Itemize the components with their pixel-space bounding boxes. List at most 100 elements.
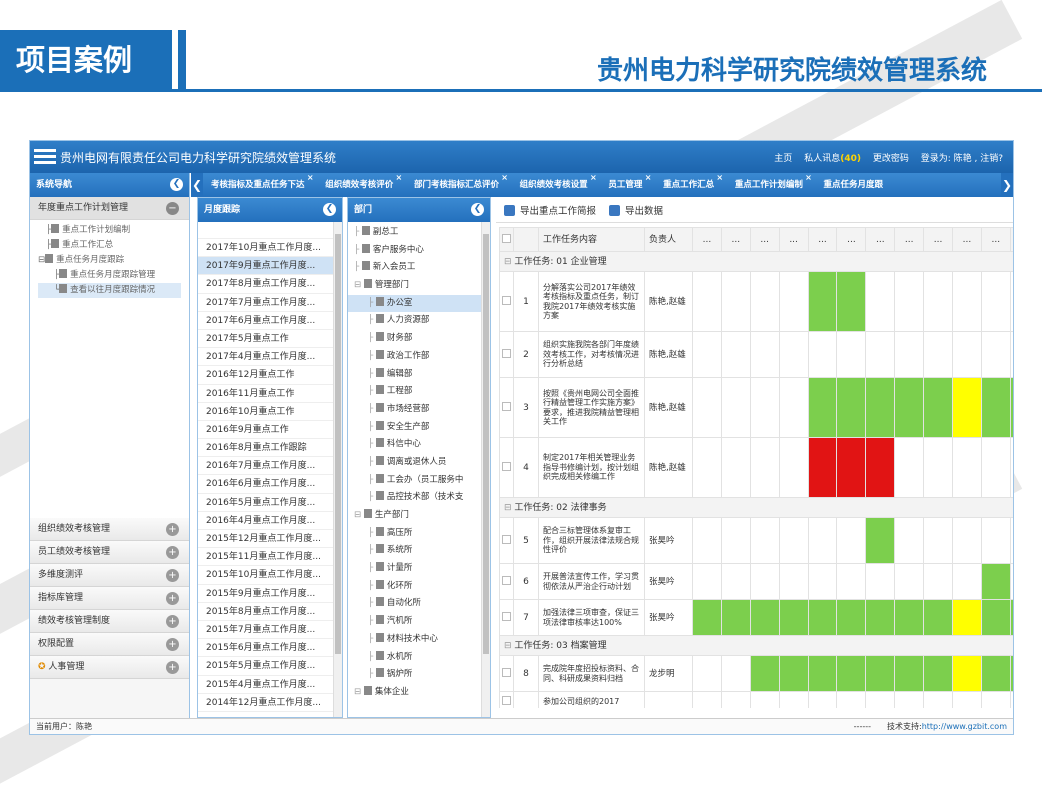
sidebar-item[interactable]: ✪ 人事管理 + xyxy=(30,656,189,679)
dept-item[interactable]: ├ 化环所 xyxy=(348,578,490,596)
tab[interactable]: 部门考核指标汇总评价 × xyxy=(406,173,509,197)
tab[interactable]: 组织绩效考核设置 × xyxy=(512,173,598,197)
dept-item[interactable]: ├ 人力资源部 xyxy=(348,312,490,330)
row-checkbox[interactable] xyxy=(499,271,514,332)
month-item[interactable]: 2015年10月重点工作月度... xyxy=(198,566,342,585)
month-item[interactable]: 2015年4月重点工作月度... xyxy=(198,676,342,694)
group-row[interactable]: ⊟ 工作任务: 03 档案管理 xyxy=(499,635,1013,656)
dept-item[interactable]: ├ 自动化所 xyxy=(348,595,490,613)
group-row[interactable]: ⊟ 工作任务: 01 企业管理 xyxy=(499,251,1013,272)
month-item[interactable]: 2015年7月重点工作月度... xyxy=(198,621,342,640)
month-item[interactable]: 2017年8月重点工作月度... xyxy=(198,275,342,294)
month-item[interactable]: 2017年5月重点工作 xyxy=(198,330,342,349)
export-brief-button[interactable]: 导出重点工作简报 xyxy=(504,203,596,217)
dept-item[interactable]: ├ 计量所 xyxy=(348,560,490,578)
login-info[interactable]: 登录为: 陈艳 , 注销? xyxy=(921,154,1003,164)
tab[interactable]: 组织绩效考核评价 × xyxy=(317,173,403,197)
month-item-selected[interactable]: 2017年9月重点工作月度... xyxy=(198,257,342,276)
row-checkbox[interactable] xyxy=(499,691,514,708)
dept-item[interactable]: ├ 编辑部 xyxy=(348,366,490,384)
table-row[interactable]: 参加公司组织的2017 xyxy=(499,691,1013,708)
dept-item[interactable]: ├ 副总工 xyxy=(348,224,490,242)
month-item[interactable]: 2015年8月重点工作月度... xyxy=(198,603,342,621)
dept-item[interactable]: ├ 新入会员工 xyxy=(348,259,490,277)
dept-item-selected[interactable]: ├ 办公室 xyxy=(348,294,490,313)
row-checkbox[interactable] xyxy=(499,331,514,378)
month-item[interactable]: 2017年4月重点工作月度... xyxy=(198,348,342,367)
export-data-button[interactable]: 导出数据 xyxy=(609,203,663,217)
row-checkbox[interactable] xyxy=(499,599,514,636)
sidebar-item[interactable]: 员工绩效考核管理 + xyxy=(30,541,189,564)
messages-link[interactable]: 私人讯息(40) xyxy=(804,154,861,164)
minus-icon[interactable]: − xyxy=(166,202,179,215)
tree-item[interactable]: ├ 重点工作计划编制 xyxy=(38,223,181,238)
row-checkbox[interactable] xyxy=(499,655,514,692)
table-row[interactable]: 5 配合三标管理体系复审工作，组织开展法律法规合规性评价 张昊吟 xyxy=(499,517,1013,564)
sidebar-item[interactable]: 多维度测评 + xyxy=(30,564,189,587)
row-checkbox[interactable] xyxy=(499,377,514,438)
month-item[interactable]: 2017年7月重点工作月度... xyxy=(198,294,342,312)
month-item[interactable]: 2015年12月重点工作月度... xyxy=(198,530,342,549)
sidebar-item[interactable]: 权限配置 + xyxy=(30,633,189,656)
dept-item[interactable]: ├ 客户服务中心 xyxy=(348,242,490,260)
month-item[interactable]: 2016年11月重点工作 xyxy=(198,385,342,403)
tab[interactable]: 考核指标及重点任务下达 × xyxy=(203,173,315,197)
tab[interactable]: 员工管理 × xyxy=(600,173,652,197)
collapse-icon[interactable]: ❮ xyxy=(170,178,183,191)
table-row[interactable]: 6 开展普法宣传工作，学习贯彻依法从严治企行动计划 张昊吟 xyxy=(499,563,1013,600)
row-checkbox[interactable] xyxy=(499,437,514,498)
dept-item[interactable]: ⊟ 集体企业 xyxy=(348,684,490,702)
dept-item[interactable]: ├ 水机所 xyxy=(348,649,490,667)
month-item[interactable]: 2016年7月重点工作月度... xyxy=(198,457,342,476)
month-item[interactable]: 2016年12月重点工作 xyxy=(198,366,342,385)
table-row[interactable]: 7 加强法律三项审查，保证三项法律审核率达100% 张昊吟 xyxy=(499,599,1013,636)
scrollbar[interactable] xyxy=(333,222,342,717)
tab[interactable]: 重点工作汇总 × xyxy=(655,173,724,197)
row-checkbox[interactable] xyxy=(499,517,514,564)
dept-item[interactable]: ├ 安全生产部 xyxy=(348,419,490,437)
collapse-icon[interactable]: ❮ xyxy=(471,203,484,216)
month-item[interactable]: 2017年10月重点工作月度... xyxy=(198,239,342,258)
scrollbar[interactable] xyxy=(481,222,490,717)
sidebar-item[interactable]: 组织绩效考核管理 + xyxy=(30,518,189,541)
month-item[interactable]: 2016年6月重点工作月度... xyxy=(198,475,342,494)
home-link[interactable]: 主页 xyxy=(774,154,792,164)
dept-item[interactable]: ├ 市场经营部 xyxy=(348,401,490,419)
month-item[interactable]: 2015年5月重点工作月度... xyxy=(198,657,342,676)
dept-item[interactable]: ├ 工会办（员工服务中 xyxy=(348,472,490,490)
dept-item[interactable]: ├ 锅炉所 xyxy=(348,666,490,684)
tree-item-selected[interactable]: └ 查看以往月度跟踪情况 xyxy=(38,283,181,298)
tree-item[interactable]: ⊟ 重点任务月度跟踪 xyxy=(38,253,181,268)
select-all-checkbox[interactable] xyxy=(499,227,514,252)
month-item[interactable]: 2014年12月重点工作月度... xyxy=(198,694,342,712)
tab[interactable]: 重点工作计划编制 × xyxy=(727,173,813,197)
month-item[interactable]: 2015年11月重点工作月度... xyxy=(198,548,342,567)
tree-item[interactable]: ├ 重点任务月度跟踪管理 xyxy=(38,268,181,283)
sidebar-item[interactable]: 绩效考核管理制度 + xyxy=(30,610,189,633)
dept-item[interactable]: ├ 系统所 xyxy=(348,542,490,560)
tab-scroll-right-icon[interactable]: ❯ xyxy=(1001,173,1013,197)
group-row[interactable]: ⊟ 工作任务: 02 法律事务 xyxy=(499,497,1013,518)
dept-item[interactable]: ├ 汽机所 xyxy=(348,613,490,631)
month-item[interactable]: 2016年4月重点工作月度... xyxy=(198,512,342,530)
table-row[interactable]: 8 完成院年度招投标资料、合同、科研成果资料归档 龙步明 xyxy=(499,655,1013,692)
table-row[interactable]: 2 组织实施我院各部门年度绩效考核工作，对考核情况进行分析总结 陈艳,赵雄 xyxy=(499,331,1013,378)
row-checkbox[interactable] xyxy=(499,563,514,600)
month-item[interactable]: 2015年6月重点工作月度... xyxy=(198,639,342,658)
dept-item[interactable]: ⊟ 生产部门 xyxy=(348,507,490,525)
table-row[interactable]: 4 制定2017年相关管理业务指导书修编计划，按计划组织完成相关修编工作 陈艳,赵雄 xyxy=(499,437,1013,498)
tab-scroll-left-icon[interactable]: ❮ xyxy=(191,173,203,197)
month-item[interactable]: 2017年6月重点工作月度... xyxy=(198,312,342,330)
dept-item[interactable]: ├ 科信中心 xyxy=(348,436,490,454)
dept-item[interactable]: ├ 政治工作部 xyxy=(348,348,490,366)
dept-item[interactable]: ⊟ 管理部门 xyxy=(348,277,490,295)
tab-active[interactable]: 重点任务月度跟 xyxy=(816,173,894,197)
dept-item[interactable]: ├ 材料技术中心 xyxy=(348,631,490,649)
dept-item[interactable]: ├ 工程部 xyxy=(348,383,490,401)
dept-item[interactable]: ├ 调离或退休人员 xyxy=(348,454,490,472)
sidebar-item-annual-plan[interactable]: 年度重点工作计划管理 − xyxy=(30,197,189,220)
dept-item[interactable]: ├ 财务部 xyxy=(348,330,490,348)
month-item[interactable]: 2016年9月重点工作 xyxy=(198,421,342,440)
support-link[interactable]: http://www.gzbit.com xyxy=(922,722,1007,731)
dept-item[interactable]: ├ 高压所 xyxy=(348,525,490,543)
